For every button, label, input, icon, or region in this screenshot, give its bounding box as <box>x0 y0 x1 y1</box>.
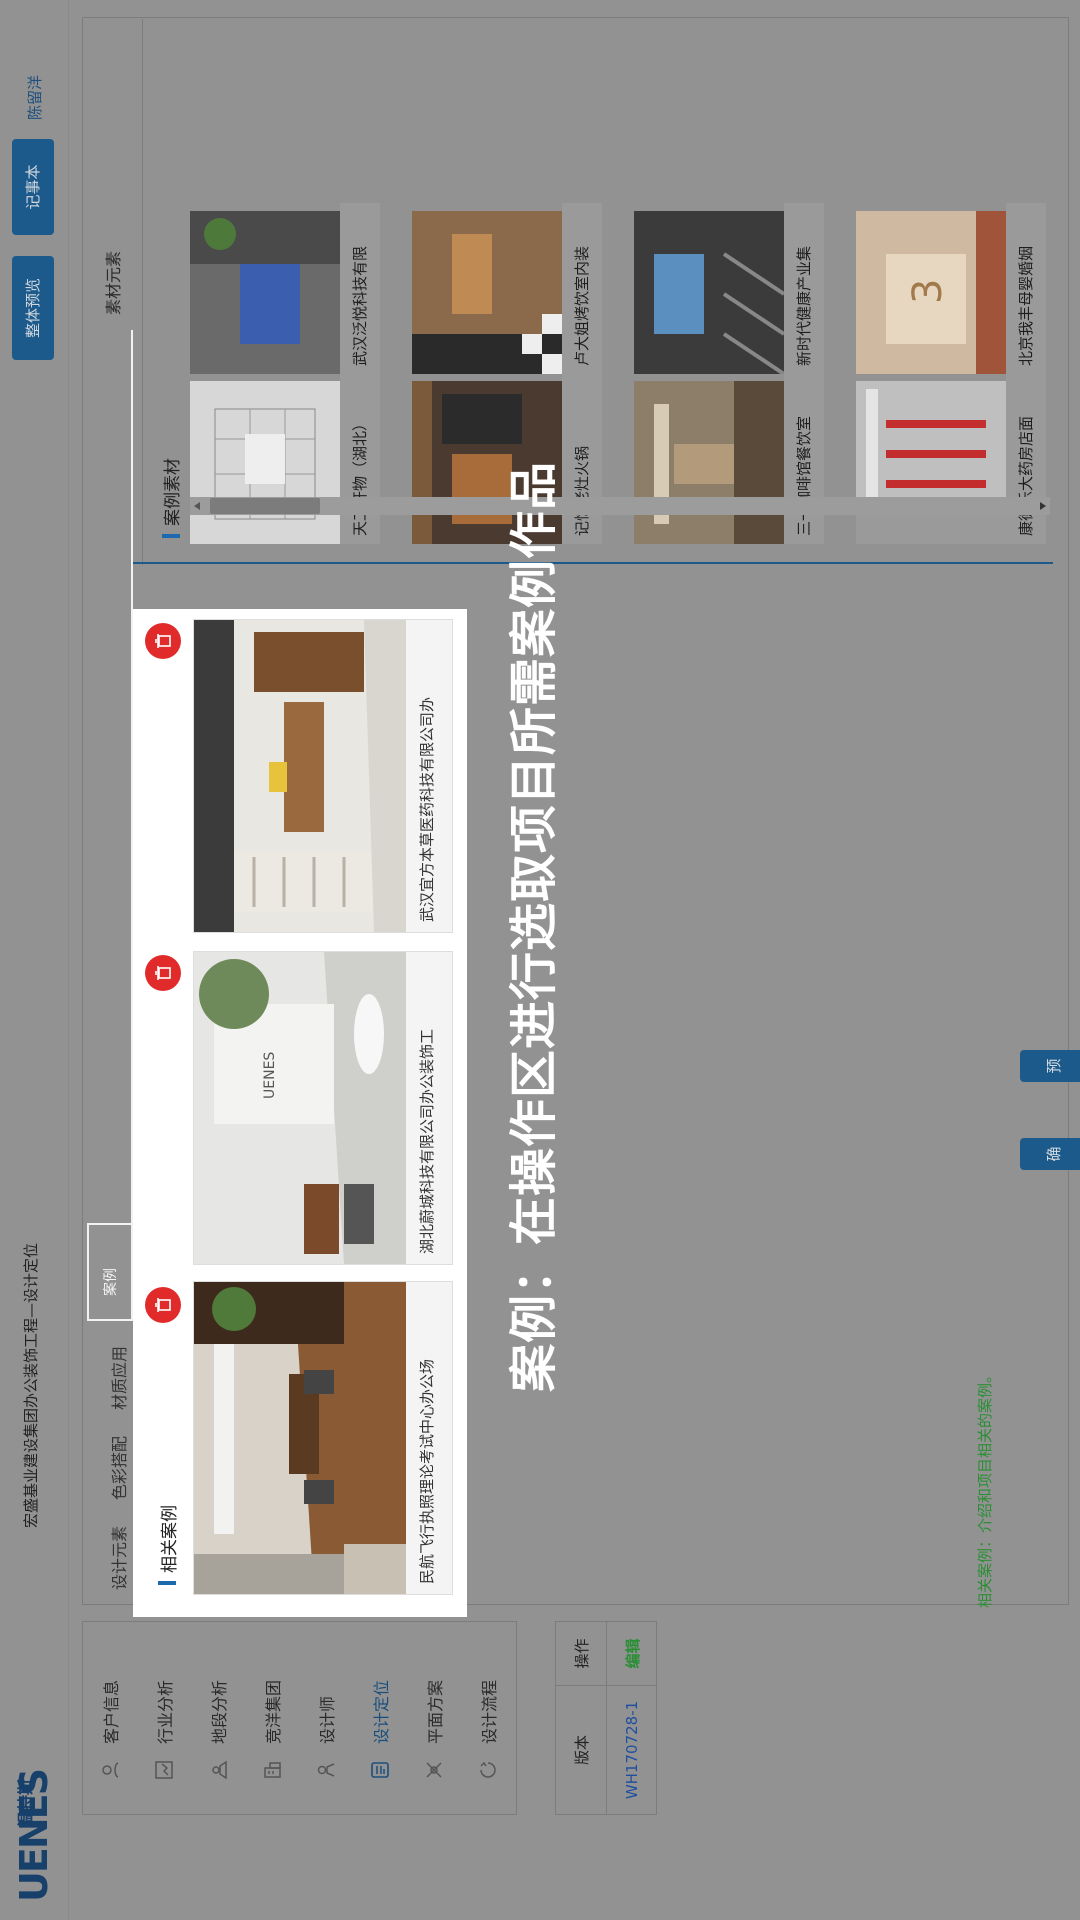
breadcrumb: 宏盛基业建设集团办公装饰工程—设计定位 <box>22 1242 40 1528</box>
material-photo <box>190 211 340 374</box>
related-cases-title: 相关案例 <box>160 1505 180 1573</box>
material-caption: 新时代健康产业集 <box>784 203 824 374</box>
version-table: 版本 操作 WH170728-1 编辑 <box>555 1621 657 1815</box>
user-name[interactable]: 陈留洋 <box>24 75 45 120</box>
case-card[interactable]: 武汉宜方本草医药科技有限公司办 <box>193 619 453 933</box>
material-caption: 武汉泛悦科技有限 <box>340 203 380 374</box>
col-version-header: 版本 <box>556 1685 606 1814</box>
related-cases-panel: 相关案例 民航飞行执照理论考试中心办公场 UENES 湖北蔚城科技有限公司办公装… <box>133 609 467 1617</box>
material-item[interactable]: 武汉泛悦科技有限 <box>190 203 380 374</box>
sidebar-item-designer[interactable]: 设计师 <box>299 1622 353 1814</box>
table-header-row: 版本 操作 <box>556 1622 607 1814</box>
material-photo <box>190 381 340 544</box>
version-value[interactable]: WH170728-1 <box>607 1685 657 1814</box>
logo-cn: 温特斯 <box>16 1778 35 1827</box>
designer-icon <box>314 1758 338 1782</box>
plan-icon <box>422 1758 446 1782</box>
sidebar-item-location-analysis[interactable]: 地段分析 <box>191 1622 245 1814</box>
sidebar-item-label: 行业分析 <box>156 1679 175 1744</box>
material-item[interactable]: 3 北京我丰母婴婚姻 <box>856 203 1046 374</box>
section-accent-bar <box>158 1581 176 1585</box>
sidebar-item-design-flow[interactable]: 设计流程 <box>461 1622 515 1814</box>
section-accent-bar <box>162 534 180 538</box>
delete-icon[interactable] <box>145 623 181 659</box>
chart-icon <box>152 1758 176 1782</box>
case-photo: UENES <box>194 952 406 1264</box>
material-item[interactable]: 三一咖啡馆餐饮室 <box>634 373 824 544</box>
tab-color-matching[interactable]: 色彩搭配 <box>106 1436 130 1500</box>
related-cases-info: 相关案例：介绍和项目相关的案例。 <box>976 1367 994 1608</box>
material-item[interactable]: 卢大姐烤饮室内装 <box>412 203 602 374</box>
tab-material-application[interactable]: 材质应用 <box>106 1346 130 1410</box>
document-icon <box>368 1758 392 1782</box>
app-screen: UENES 温特斯 宏盛基业建设集团办公装饰工程—设计定位 整体预览 记事本 陈… <box>0 0 1080 1920</box>
instruction-overlay: 案例：在操作区进行选取项目所需案例作品 <box>506 460 562 1392</box>
sidebar-item-group[interactable]: 竞洋集团 <box>245 1622 299 1814</box>
case-card[interactable]: 民航飞行执照理论考试中心办公场 <box>193 1281 453 1595</box>
notes-button[interactable]: 记事本 <box>12 139 54 235</box>
material-photo <box>856 381 1006 544</box>
sidebar-item-label: 地段分析 <box>210 1679 229 1744</box>
logo: UENES 温特斯 <box>10 1712 58 1902</box>
col-action-header: 操作 <box>572 1638 591 1669</box>
case-photo <box>194 620 406 932</box>
sidebar-item-label: 设计师 <box>318 1695 337 1744</box>
sidebar: 客户信息 行业分析 地段分析 竞洋集团 设计师 设计定位 平面方案 设计流程 <box>82 1621 517 1815</box>
building-icon <box>260 1758 284 1782</box>
flow-icon <box>476 1758 500 1782</box>
sidebar-item-label: 客户信息 <box>102 1679 121 1744</box>
delete-icon[interactable] <box>145 955 181 991</box>
material-item[interactable]: 新时代健康产业集 <box>634 203 824 374</box>
materials-title: 案例素材 <box>163 458 183 526</box>
sidebar-item-label: 平面方案 <box>426 1679 445 1744</box>
user-icon <box>98 1758 122 1782</box>
table-row: WH170728-1 编辑 <box>607 1622 657 1814</box>
case-caption: 湖北蔚城科技有限公司办公装饰工 <box>418 1028 436 1254</box>
material-caption: 北京我丰母婴婚姻 <box>1006 203 1046 374</box>
preview-button[interactable]: 预 览 <box>1020 1050 1080 1082</box>
case-photo <box>194 1282 406 1594</box>
tab-cases[interactable]: 案例 <box>100 1268 120 1296</box>
sidebar-item-industry-analysis[interactable]: 行业分析 <box>137 1622 191 1814</box>
material-item[interactable]: 天工开物（湖北） <box>190 373 380 544</box>
sidebar-item-customer-info[interactable]: 客户信息 <box>83 1622 137 1814</box>
case-card[interactable]: UENES 湖北蔚城科技有限公司办公装饰工 <box>193 951 453 1265</box>
preview-all-button[interactable]: 整体预览 <box>12 256 54 360</box>
materials-header: 素材元素 <box>104 250 123 315</box>
materials-scrollbar[interactable] <box>190 497 1050 515</box>
tab-design-elements[interactable]: 设计元素 <box>106 1526 130 1590</box>
case-caption: 民航飞行执照理论考试中心办公场 <box>418 1358 436 1584</box>
confirm-button[interactable]: 确 定 <box>1020 1138 1080 1170</box>
material-caption: 康德乐大药房店面 <box>1006 373 1046 544</box>
sidebar-item-floor-plan[interactable]: 平面方案 <box>407 1622 461 1814</box>
sidebar-item-design-positioning[interactable]: 设计定位 <box>353 1622 407 1814</box>
material-photo: 3 <box>856 211 1006 374</box>
svg-text:UENES: UENES <box>262 1052 278 1099</box>
material-photo <box>634 211 784 374</box>
material-photo <box>634 381 784 544</box>
sidebar-item-label: 设计流程 <box>480 1679 499 1744</box>
case-caption: 武汉宜方本草医药科技有限公司办 <box>418 696 436 922</box>
location-icon <box>206 1758 230 1782</box>
edit-link[interactable]: 编辑 <box>607 1622 657 1685</box>
panel-divider <box>133 562 1053 564</box>
svg-text:3: 3 <box>905 279 951 304</box>
material-caption: 卢大姐烤饮室内装 <box>562 203 602 374</box>
material-caption: 天工开物（湖北） <box>340 373 380 544</box>
sidebar-item-label: 设计定位 <box>372 1679 391 1744</box>
sidebar-item-label: 竞洋集团 <box>264 1679 283 1744</box>
delete-icon[interactable] <box>145 1287 181 1323</box>
material-caption: 记忆老灶火锅 <box>562 373 602 544</box>
material-photo <box>412 211 562 374</box>
material-item[interactable]: 康德乐大药房店面 <box>856 373 1046 544</box>
material-caption: 三一咖啡馆餐饮室 <box>784 373 824 544</box>
